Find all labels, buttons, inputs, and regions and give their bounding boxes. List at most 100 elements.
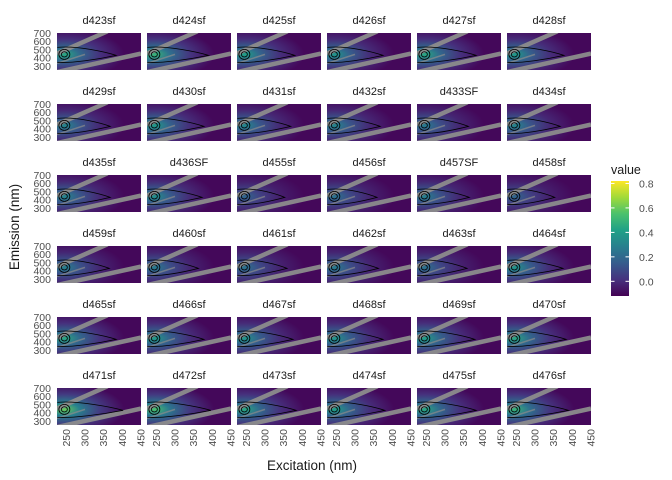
facet-panel xyxy=(327,246,411,283)
facet-panel xyxy=(327,104,411,141)
x-axis-ticks: 250 300 350 400 450 250 300 350 400 450 250 300 350 4… xyxy=(61,429,598,447)
facet-label: d472sf xyxy=(172,370,206,382)
x-tick-label: 400 xyxy=(567,429,579,447)
facet-label: d425sf xyxy=(262,15,296,27)
facet-label: d462sf xyxy=(352,228,386,240)
legend-tick-label: 0.4 xyxy=(639,227,654,239)
facet-panel xyxy=(417,33,501,70)
x-tick-label: 300 xyxy=(350,429,362,447)
facet-panel xyxy=(327,317,411,354)
x-tick-label: 300 xyxy=(260,429,272,447)
facet-label: d460sf xyxy=(172,228,206,240)
facet-panel xyxy=(417,175,501,212)
x-tick-label: 250 xyxy=(241,429,253,447)
y-axis-ticks: 3004005006007003004005006007003004005006… xyxy=(33,28,51,428)
legend-tick-label: 0.8 xyxy=(639,178,654,190)
facet-panel xyxy=(147,175,231,212)
facet-label: d458sf xyxy=(532,157,566,169)
facet-panel xyxy=(57,104,141,141)
legend-colorbar xyxy=(611,181,629,296)
x-tick-label: 350 xyxy=(368,429,380,447)
facet-label: d431sf xyxy=(262,86,296,98)
facet-label: d426sf xyxy=(352,15,386,27)
x-tick-label: 350 xyxy=(278,429,290,447)
facet-panel xyxy=(237,246,321,283)
x-tick-label: 400 xyxy=(207,429,219,447)
facet-panel xyxy=(147,317,231,354)
facet-label: d456sf xyxy=(352,157,386,169)
x-tick-label: 450 xyxy=(586,429,598,447)
facet-panel xyxy=(417,317,501,354)
color-legend: value 0.0 0.2 0.4 0.6 0.8 xyxy=(611,163,654,296)
facet-panel xyxy=(57,175,141,212)
facet-label: d434sf xyxy=(532,86,566,98)
facet-label: d473sf xyxy=(262,370,296,382)
facet-panel xyxy=(57,33,141,70)
facet-panel xyxy=(237,104,321,141)
facet-label: d470sf xyxy=(532,299,566,311)
facet-label: d455sf xyxy=(262,157,296,169)
x-tick-label: 300 xyxy=(440,429,452,447)
facet-panel xyxy=(237,33,321,70)
x-tick-label: 350 xyxy=(188,429,200,447)
y-tick-label: 700 xyxy=(33,99,51,111)
facet-label: d423sf xyxy=(82,15,116,27)
facet-label: d464sf xyxy=(532,228,566,240)
x-tick-label: 250 xyxy=(61,429,73,447)
x-tick-label: 450 xyxy=(406,429,418,447)
facet-panel xyxy=(507,317,591,354)
facet-panel xyxy=(507,33,591,70)
facet-label: d467sf xyxy=(262,299,296,311)
x-tick-label: 450 xyxy=(316,429,328,447)
x-tick-label: 450 xyxy=(496,429,508,447)
facet-label: d471sf xyxy=(82,370,116,382)
x-tick-label: 400 xyxy=(297,429,309,447)
x-tick-label: 250 xyxy=(421,429,433,447)
y-tick-label: 700 xyxy=(33,28,51,40)
x-tick-label: 450 xyxy=(226,429,238,447)
facet-label: d429sf xyxy=(82,86,116,98)
legend-title: value xyxy=(611,163,641,177)
x-tick-label: 400 xyxy=(117,429,129,447)
facet-panel xyxy=(327,175,411,212)
facet-panel xyxy=(57,388,141,425)
legend-tick-label: 0.0 xyxy=(639,276,654,288)
x-tick-label: 450 xyxy=(136,429,148,447)
facet-label: d435sf xyxy=(82,157,116,169)
facet-panel xyxy=(237,317,321,354)
y-tick-label: 700 xyxy=(33,312,51,324)
facet-panel xyxy=(327,33,411,70)
facet-label: d430sf xyxy=(172,86,206,98)
facet-panel xyxy=(237,388,321,425)
x-tick-label: 250 xyxy=(151,429,163,447)
facet-panel xyxy=(417,388,501,425)
y-tick-label: 700 xyxy=(33,383,51,395)
facet-label: d465sf xyxy=(82,299,116,311)
facet-panel xyxy=(147,104,231,141)
facet-panel xyxy=(507,388,591,425)
facet-label: d424sf xyxy=(172,15,206,27)
facet-label: d433SF xyxy=(440,86,479,98)
y-tick-label: 700 xyxy=(33,170,51,182)
facet-label: d474sf xyxy=(352,370,386,382)
facet-label: d459sf xyxy=(82,228,116,240)
facet-label: d466sf xyxy=(172,299,206,311)
facet-label: d436SF xyxy=(170,157,209,169)
x-axis-title: Excitation (nm) xyxy=(267,458,357,473)
facet-label: d463sf xyxy=(442,228,476,240)
facet-label: d469sf xyxy=(442,299,476,311)
facet-panel xyxy=(327,388,411,425)
facet-panels: d423sf d424sf d425sf d426sf d427sf d428sf d429… xyxy=(57,15,591,425)
x-tick-label: 350 xyxy=(548,429,560,447)
facet-label: d476sf xyxy=(532,370,566,382)
facet-label: d457SF xyxy=(440,157,479,169)
y-axis-title: Emission (nm) xyxy=(7,184,22,270)
x-tick-label: 400 xyxy=(477,429,489,447)
facet-panel xyxy=(57,246,141,283)
chart-figure: d423sf d424sf d425sf d426sf d427sf d428sf d429… xyxy=(7,15,654,473)
y-tick-label: 700 xyxy=(33,241,51,253)
facet-panel xyxy=(507,246,591,283)
facet-panel xyxy=(507,175,591,212)
facet-label: d427sf xyxy=(442,15,476,27)
facet-label: d468sf xyxy=(352,299,386,311)
